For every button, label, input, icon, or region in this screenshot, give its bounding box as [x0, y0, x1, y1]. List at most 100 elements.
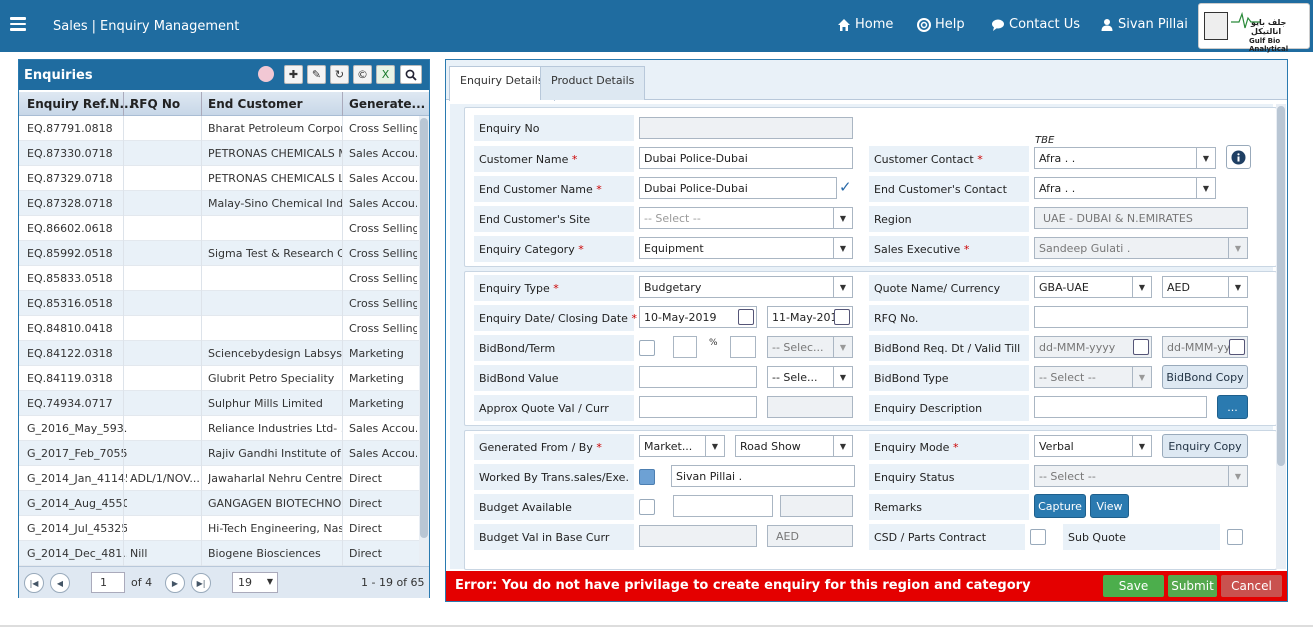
- budget-available-checkbox[interactable]: [639, 499, 655, 515]
- breadcrumb-page: Enquiry Management: [100, 19, 240, 34]
- end-customer-name-field[interactable]: Dubai Police-Dubai: [639, 177, 837, 199]
- enquiry-type-select[interactable]: Budgetary ▼: [639, 276, 853, 298]
- form-scroll-thumb[interactable]: [1277, 106, 1285, 466]
- table-row[interactable]: EQ.87329.0718 PETRONAS CHEMICALS LD... Sal…: [19, 166, 419, 191]
- enquiry-category-select[interactable]: Equipment ▼: [639, 237, 853, 259]
- status-indicator: [258, 66, 274, 82]
- enquiry-no-field[interactable]: [639, 117, 853, 139]
- bidbond-copy-button[interactable]: BidBond Copy: [1162, 365, 1248, 389]
- csd-parts-checkbox[interactable]: [1030, 529, 1046, 545]
- refresh-icon[interactable]: ↻: [330, 65, 349, 84]
- enquiry-description-field[interactable]: [1034, 396, 1207, 418]
- worked-by-field[interactable]: Sivan Pillai .: [671, 465, 855, 487]
- menu-icon[interactable]: [10, 17, 26, 31]
- view-button[interactable]: View: [1090, 494, 1129, 518]
- description-more-button[interactable]: ...: [1217, 395, 1248, 419]
- cell-enquiry-ref: G_2014_Dec_481...: [27, 547, 127, 560]
- nav-contact[interactable]: Contact Us: [991, 17, 1080, 32]
- approx-quote-field[interactable]: [639, 396, 757, 418]
- table-row[interactable]: EQ.85992.0518 Sigma Test & Research C... C…: [19, 241, 419, 266]
- cell-enquiry-ref: G_2017_Feb_70556: [27, 447, 127, 460]
- tab-product-details[interactable]: Product Details: [540, 66, 646, 100]
- worked-by-checkbox[interactable]: [639, 469, 655, 485]
- bidbond-term-field[interactable]: [730, 336, 756, 358]
- table-row[interactable]: G_2017_Feb_70556 Rajiv Gandhi Institute o…: [19, 441, 419, 466]
- generated-from-select[interactable]: Market... ▼: [639, 435, 725, 457]
- customer-contact-select[interactable]: Afra . . ▼: [1034, 147, 1216, 169]
- save-button[interactable]: Save: [1103, 575, 1164, 597]
- table-row[interactable]: EQ.86602.0618 Cross Selling: [19, 216, 419, 241]
- enquiry-form-panel: Enquiry Details Product Details Enquiry …: [445, 59, 1288, 602]
- table-row[interactable]: EQ.87791.0818 Bharat Petroleum Corpor... C…: [19, 116, 419, 141]
- form-scrollbar[interactable]: [1276, 104, 1286, 569]
- info-button[interactable]: [1226, 145, 1251, 169]
- rfq-field[interactable]: [1034, 306, 1248, 328]
- add-icon[interactable]: ✚: [284, 65, 303, 84]
- table-row[interactable]: G_2014_Jan_41145 ADL/1/NOV... Jawaharlal N…: [19, 466, 419, 491]
- grid-header: Enquiry Ref.N... RFQ No End Customer Gen…: [19, 92, 429, 116]
- table-row[interactable]: EQ.74934.0717 Sulphur Mills Limited Market…: [19, 391, 419, 416]
- table-row[interactable]: EQ.84122.0318 Sciencebydesign Labsyst... M…: [19, 341, 419, 366]
- page-number-input[interactable]: 1: [91, 572, 125, 593]
- budget-available-field[interactable]: [673, 495, 773, 517]
- submit-button[interactable]: Submit: [1168, 575, 1217, 597]
- nav-home[interactable]: Home: [837, 17, 893, 32]
- enquiry-date-field[interactable]: 10-May-2019: [639, 306, 757, 328]
- sub-quote-checkbox[interactable]: [1227, 529, 1243, 545]
- budget-available-extra: [780, 495, 853, 517]
- checkmark-icon[interactable]: ✓: [839, 178, 852, 196]
- next-page-icon[interactable]: ▶: [165, 573, 185, 593]
- tab-enquiry-details[interactable]: Enquiry Details: [449, 66, 555, 101]
- col-rfq-no[interactable]: RFQ No: [130, 97, 180, 111]
- bidbond-checkbox[interactable]: [639, 340, 655, 356]
- enquiry-copy-button[interactable]: Enquiry Copy: [1162, 434, 1248, 458]
- customer-name-field[interactable]: Dubai Police-Dubai: [639, 147, 853, 169]
- generated-from-label: Generated From / By *: [474, 434, 634, 460]
- closing-date-field[interactable]: 11-May-2019: [767, 306, 853, 328]
- table-row[interactable]: G_2014_Aug_45505 GANGAGEN BIOTECHNOL... Di…: [19, 491, 419, 516]
- capture-button[interactable]: Capture: [1034, 494, 1086, 518]
- table-row[interactable]: EQ.85316.0518 Cross Selling: [19, 291, 419, 316]
- edit-icon[interactable]: ✎: [307, 65, 326, 84]
- last-page-icon[interactable]: ▶|: [191, 573, 211, 593]
- table-row[interactable]: EQ.87328.0718 Malay-Sino Chemical Ind... S…: [19, 191, 419, 216]
- table-row[interactable]: G_2014_Dec_481... Nill Biogene Biosciences…: [19, 541, 419, 566]
- end-customer-contact-select[interactable]: Afra . . ▼: [1034, 177, 1216, 199]
- table-row[interactable]: EQ.85833.0518 Cross Selling: [19, 266, 419, 291]
- cell-end-customer: Bharat Petroleum Corpor...: [208, 122, 343, 135]
- bidbond-value-select[interactable]: -- Sele... ▼: [767, 366, 853, 388]
- bidbond-value-field[interactable]: [639, 366, 757, 388]
- bidbond-percent-field[interactable]: [673, 336, 697, 358]
- search-icon[interactable]: [400, 65, 422, 84]
- calendar-icon[interactable]: [738, 309, 754, 325]
- calendar-icon[interactable]: [834, 309, 850, 325]
- end-customer-site-select[interactable]: -- Select -- ▼: [639, 207, 853, 229]
- nav-help[interactable]: Help: [917, 17, 965, 32]
- worked-by-label: Worked By Trans.sales/Exe.: [474, 464, 634, 490]
- quote-name-select[interactable]: GBA-UAE ▼: [1034, 276, 1152, 298]
- excel-export-icon[interactable]: X: [376, 65, 395, 84]
- grid-scrollbar[interactable]: [419, 116, 429, 566]
- cell-enquiry-ref: EQ.85316.0518: [27, 297, 113, 310]
- copyright-icon[interactable]: ©: [353, 65, 372, 84]
- cell-generated: Marketing: [349, 372, 404, 385]
- breadcrumb-module[interactable]: Sales: [53, 19, 88, 34]
- col-generated[interactable]: Generate...: [349, 97, 425, 111]
- table-row[interactable]: EQ.84810.0418 Cross Selling: [19, 316, 419, 341]
- grid-scroll-thumb[interactable]: [420, 118, 428, 538]
- cancel-button[interactable]: Cancel: [1221, 575, 1282, 597]
- table-row[interactable]: G_2014_Jul_45325 Hi-Tech Engineering, Nas…: [19, 516, 419, 541]
- currency-select[interactable]: AED ▼: [1162, 276, 1248, 298]
- col-enquiry-ref[interactable]: Enquiry Ref.N...: [27, 97, 133, 111]
- page-size-select[interactable]: 19 ▼: [232, 572, 278, 593]
- rfq-label: RFQ No.: [869, 305, 1029, 331]
- nav-user[interactable]: Sivan Pillai: [1100, 17, 1188, 32]
- enquiry-mode-select[interactable]: Verbal ▼: [1034, 435, 1152, 457]
- col-end-customer[interactable]: End Customer: [208, 97, 303, 111]
- first-page-icon[interactable]: |◀: [24, 573, 44, 593]
- table-row[interactable]: G_2016_May_593... Reliance Industries Ltd…: [19, 416, 419, 441]
- table-row[interactable]: EQ.87330.0718 PETRONAS CHEMICALS M... Sale…: [19, 141, 419, 166]
- prev-page-icon[interactable]: ◀: [50, 573, 70, 593]
- generated-by-select[interactable]: Road Show ▼: [735, 435, 853, 457]
- table-row[interactable]: EQ.84119.0318 Glubrit Petro Speciality Mar…: [19, 366, 419, 391]
